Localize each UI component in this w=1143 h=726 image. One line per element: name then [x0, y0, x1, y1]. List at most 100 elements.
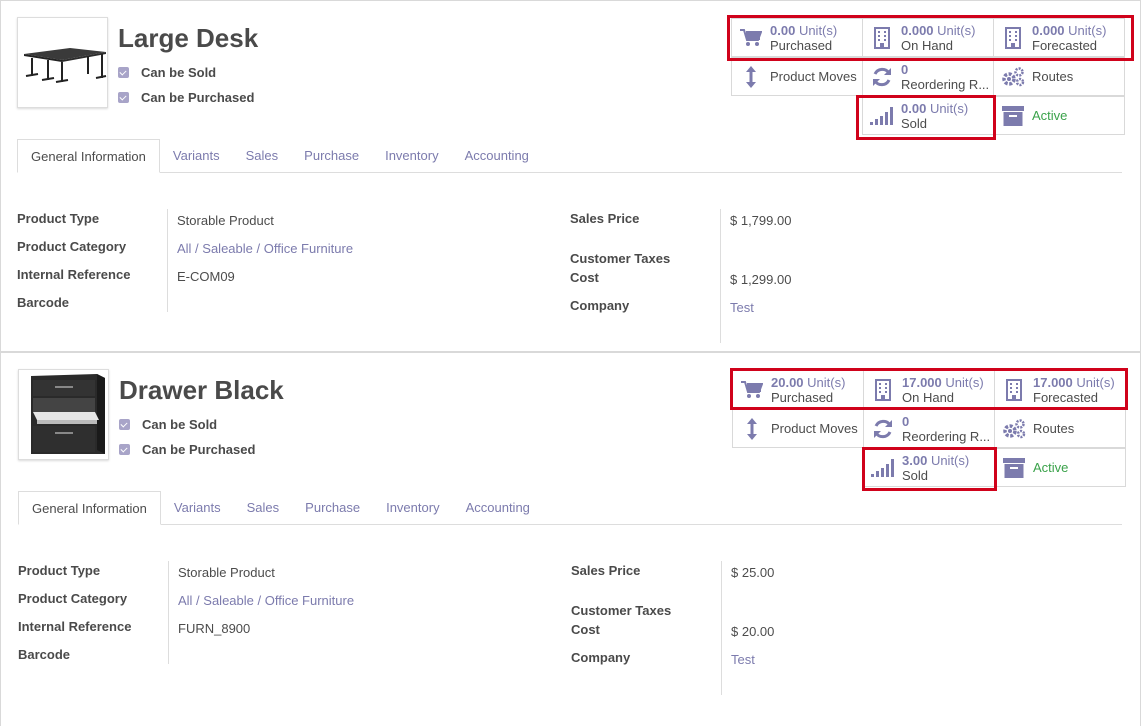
on-hand-qty: 17.000	[902, 374, 942, 390]
forecasted-label: Forecasted	[1033, 389, 1099, 405]
on-hand-unit: Unit(s)	[937, 22, 976, 38]
product-category-label: Product Category	[18, 591, 128, 606]
company-label: Company	[570, 298, 630, 313]
tab-accounting[interactable]: Accounting	[453, 491, 543, 524]
purchased-button[interactable]: 0.00 Unit(s) Purchased	[731, 18, 863, 57]
routes-label: Routes	[1032, 69, 1074, 84]
on-hand-label: On Hand	[901, 37, 954, 53]
field-divider	[720, 209, 721, 343]
reordering-rules-button[interactable]: 0 Reordering R...	[863, 409, 995, 448]
can-be-purchased-checkbox[interactable]: Can be Purchased	[118, 90, 254, 105]
can-be-sold-label: Can be Sold	[141, 65, 217, 80]
sold-label: Sold	[901, 115, 928, 131]
company-field[interactable]: Test	[731, 652, 755, 667]
field-divider	[721, 561, 722, 695]
on-hand-button[interactable]: 0.000 Unit(s) On Hand	[862, 18, 994, 57]
reordering-count: 0	[902, 413, 910, 429]
refresh-icon	[864, 418, 902, 440]
sales-price-field[interactable]: $ 1,799.00	[730, 213, 791, 228]
sales-price-label: Sales Price	[571, 563, 641, 578]
tab-inventory[interactable]: Inventory	[373, 491, 452, 524]
product-name[interactable]: Large Desk	[118, 23, 258, 54]
field-divider	[168, 561, 169, 664]
company-field[interactable]: Test	[730, 300, 754, 315]
purchased-button[interactable]: 20.00 Unit(s) Purchased	[732, 370, 864, 409]
purchased-unit: Unit(s)	[798, 22, 838, 38]
sales-price-field[interactable]: $ 25.00	[731, 565, 774, 580]
purchased-qty: 20.00	[771, 374, 804, 390]
sold-unit: Unit(s)	[929, 100, 969, 116]
field-divider	[167, 209, 168, 312]
sold-qty: 3.00	[902, 452, 928, 468]
can-be-purchased-label: Can be Purchased	[141, 90, 255, 105]
active-label: Active	[1033, 460, 1069, 475]
tab-general-information[interactable]: General Information	[17, 139, 160, 173]
tab-variants[interactable]: Variants	[161, 491, 234, 524]
cost-field[interactable]: $ 20.00	[731, 624, 774, 639]
forecasted-unit: Unit(s)	[1068, 22, 1107, 38]
can-be-sold-checkbox[interactable]: Can be Sold	[119, 417, 217, 432]
checkbox-checked-icon[interactable]	[119, 419, 130, 430]
internal-reference-field[interactable]: FURN_8900	[178, 621, 250, 636]
archive-icon	[994, 105, 1032, 126]
building-icon	[863, 26, 901, 49]
tab-purchase[interactable]: Purchase	[292, 491, 373, 524]
tab-sales[interactable]: Sales	[233, 139, 292, 172]
sold-button[interactable]: 0.00 Unit(s) Sold	[862, 96, 994, 135]
checkbox-checked-icon[interactable]	[119, 444, 130, 455]
on-hand-button[interactable]: 17.000 Unit(s) On Hand	[863, 370, 995, 409]
product-moves-button[interactable]: Product Moves	[732, 409, 864, 448]
archive-icon	[995, 457, 1033, 478]
tab-purchase[interactable]: Purchase	[291, 139, 372, 172]
product-name[interactable]: Drawer Black	[119, 375, 284, 406]
sold-qty: 0.00	[901, 100, 927, 116]
forecasted-button[interactable]: 0.000 Unit(s) Forecasted	[993, 18, 1125, 57]
active-toggle-button[interactable]: Active	[994, 448, 1126, 487]
gears-icon	[994, 66, 1032, 88]
sold-label: Sold	[902, 467, 929, 483]
purchased-unit: Unit(s)	[807, 374, 846, 390]
building-icon	[864, 378, 902, 401]
customer-taxes-label: Customer Taxes	[571, 603, 672, 618]
notebook-tabs: General Information Variants Sales Purch…	[18, 491, 1122, 525]
tab-inventory[interactable]: Inventory	[372, 139, 451, 172]
product-form-large-desk: Large Desk Can be Sold Can be Purchased …	[0, 0, 1141, 352]
product-moves-label: Product Moves	[770, 69, 857, 84]
on-hand-qty: 0.000	[901, 22, 934, 38]
product-type-field[interactable]: Storable Product	[177, 213, 274, 228]
product-image[interactable]	[17, 17, 108, 108]
internal-reference-field[interactable]: E-COM09	[177, 269, 235, 284]
active-label: Active	[1032, 108, 1068, 123]
checkbox-checked-icon[interactable]	[118, 67, 129, 78]
product-category-field[interactable]: All / Saleable / Office Furniture	[178, 593, 354, 608]
can-be-purchased-checkbox[interactable]: Can be Purchased	[119, 442, 255, 457]
reordering-rules-button[interactable]: 0 Reordering R...	[862, 57, 994, 96]
routes-button[interactable]: Routes	[993, 57, 1125, 96]
tab-general-information[interactable]: General Information	[18, 491, 161, 525]
product-moves-button[interactable]: Product Moves	[731, 57, 863, 96]
routes-button[interactable]: Routes	[994, 409, 1126, 448]
notebook-tabs: General Information Variants Sales Purch…	[17, 139, 1122, 173]
tab-accounting[interactable]: Accounting	[452, 139, 542, 172]
barcode-label: Barcode	[17, 295, 70, 310]
vertical-arrows-icon	[732, 65, 770, 89]
tab-variants[interactable]: Variants	[160, 139, 233, 172]
forecasted-qty: 17.000	[1033, 374, 1073, 390]
tab-sales[interactable]: Sales	[234, 491, 293, 524]
can-be-sold-label: Can be Sold	[142, 417, 218, 432]
signal-bars-icon	[864, 458, 902, 477]
on-hand-unit: Unit(s)	[945, 374, 984, 390]
sold-button[interactable]: 3.00 Unit(s) Sold	[863, 448, 995, 487]
purchased-label: Purchased	[771, 389, 834, 405]
cart-icon	[733, 380, 771, 399]
checkbox-checked-icon[interactable]	[118, 92, 129, 103]
can-be-sold-checkbox[interactable]: Can be Sold	[118, 65, 216, 80]
product-category-label: Product Category	[17, 239, 127, 254]
product-image[interactable]	[18, 369, 109, 460]
forecasted-button[interactable]: 17.000 Unit(s) Forecasted	[994, 370, 1126, 409]
active-toggle-button[interactable]: Active	[993, 96, 1125, 135]
product-type-field[interactable]: Storable Product	[178, 565, 275, 580]
product-category-field[interactable]: All / Saleable / Office Furniture	[177, 241, 353, 256]
reordering-label: Reordering R...	[901, 76, 990, 92]
cost-field[interactable]: $ 1,299.00	[730, 272, 791, 287]
